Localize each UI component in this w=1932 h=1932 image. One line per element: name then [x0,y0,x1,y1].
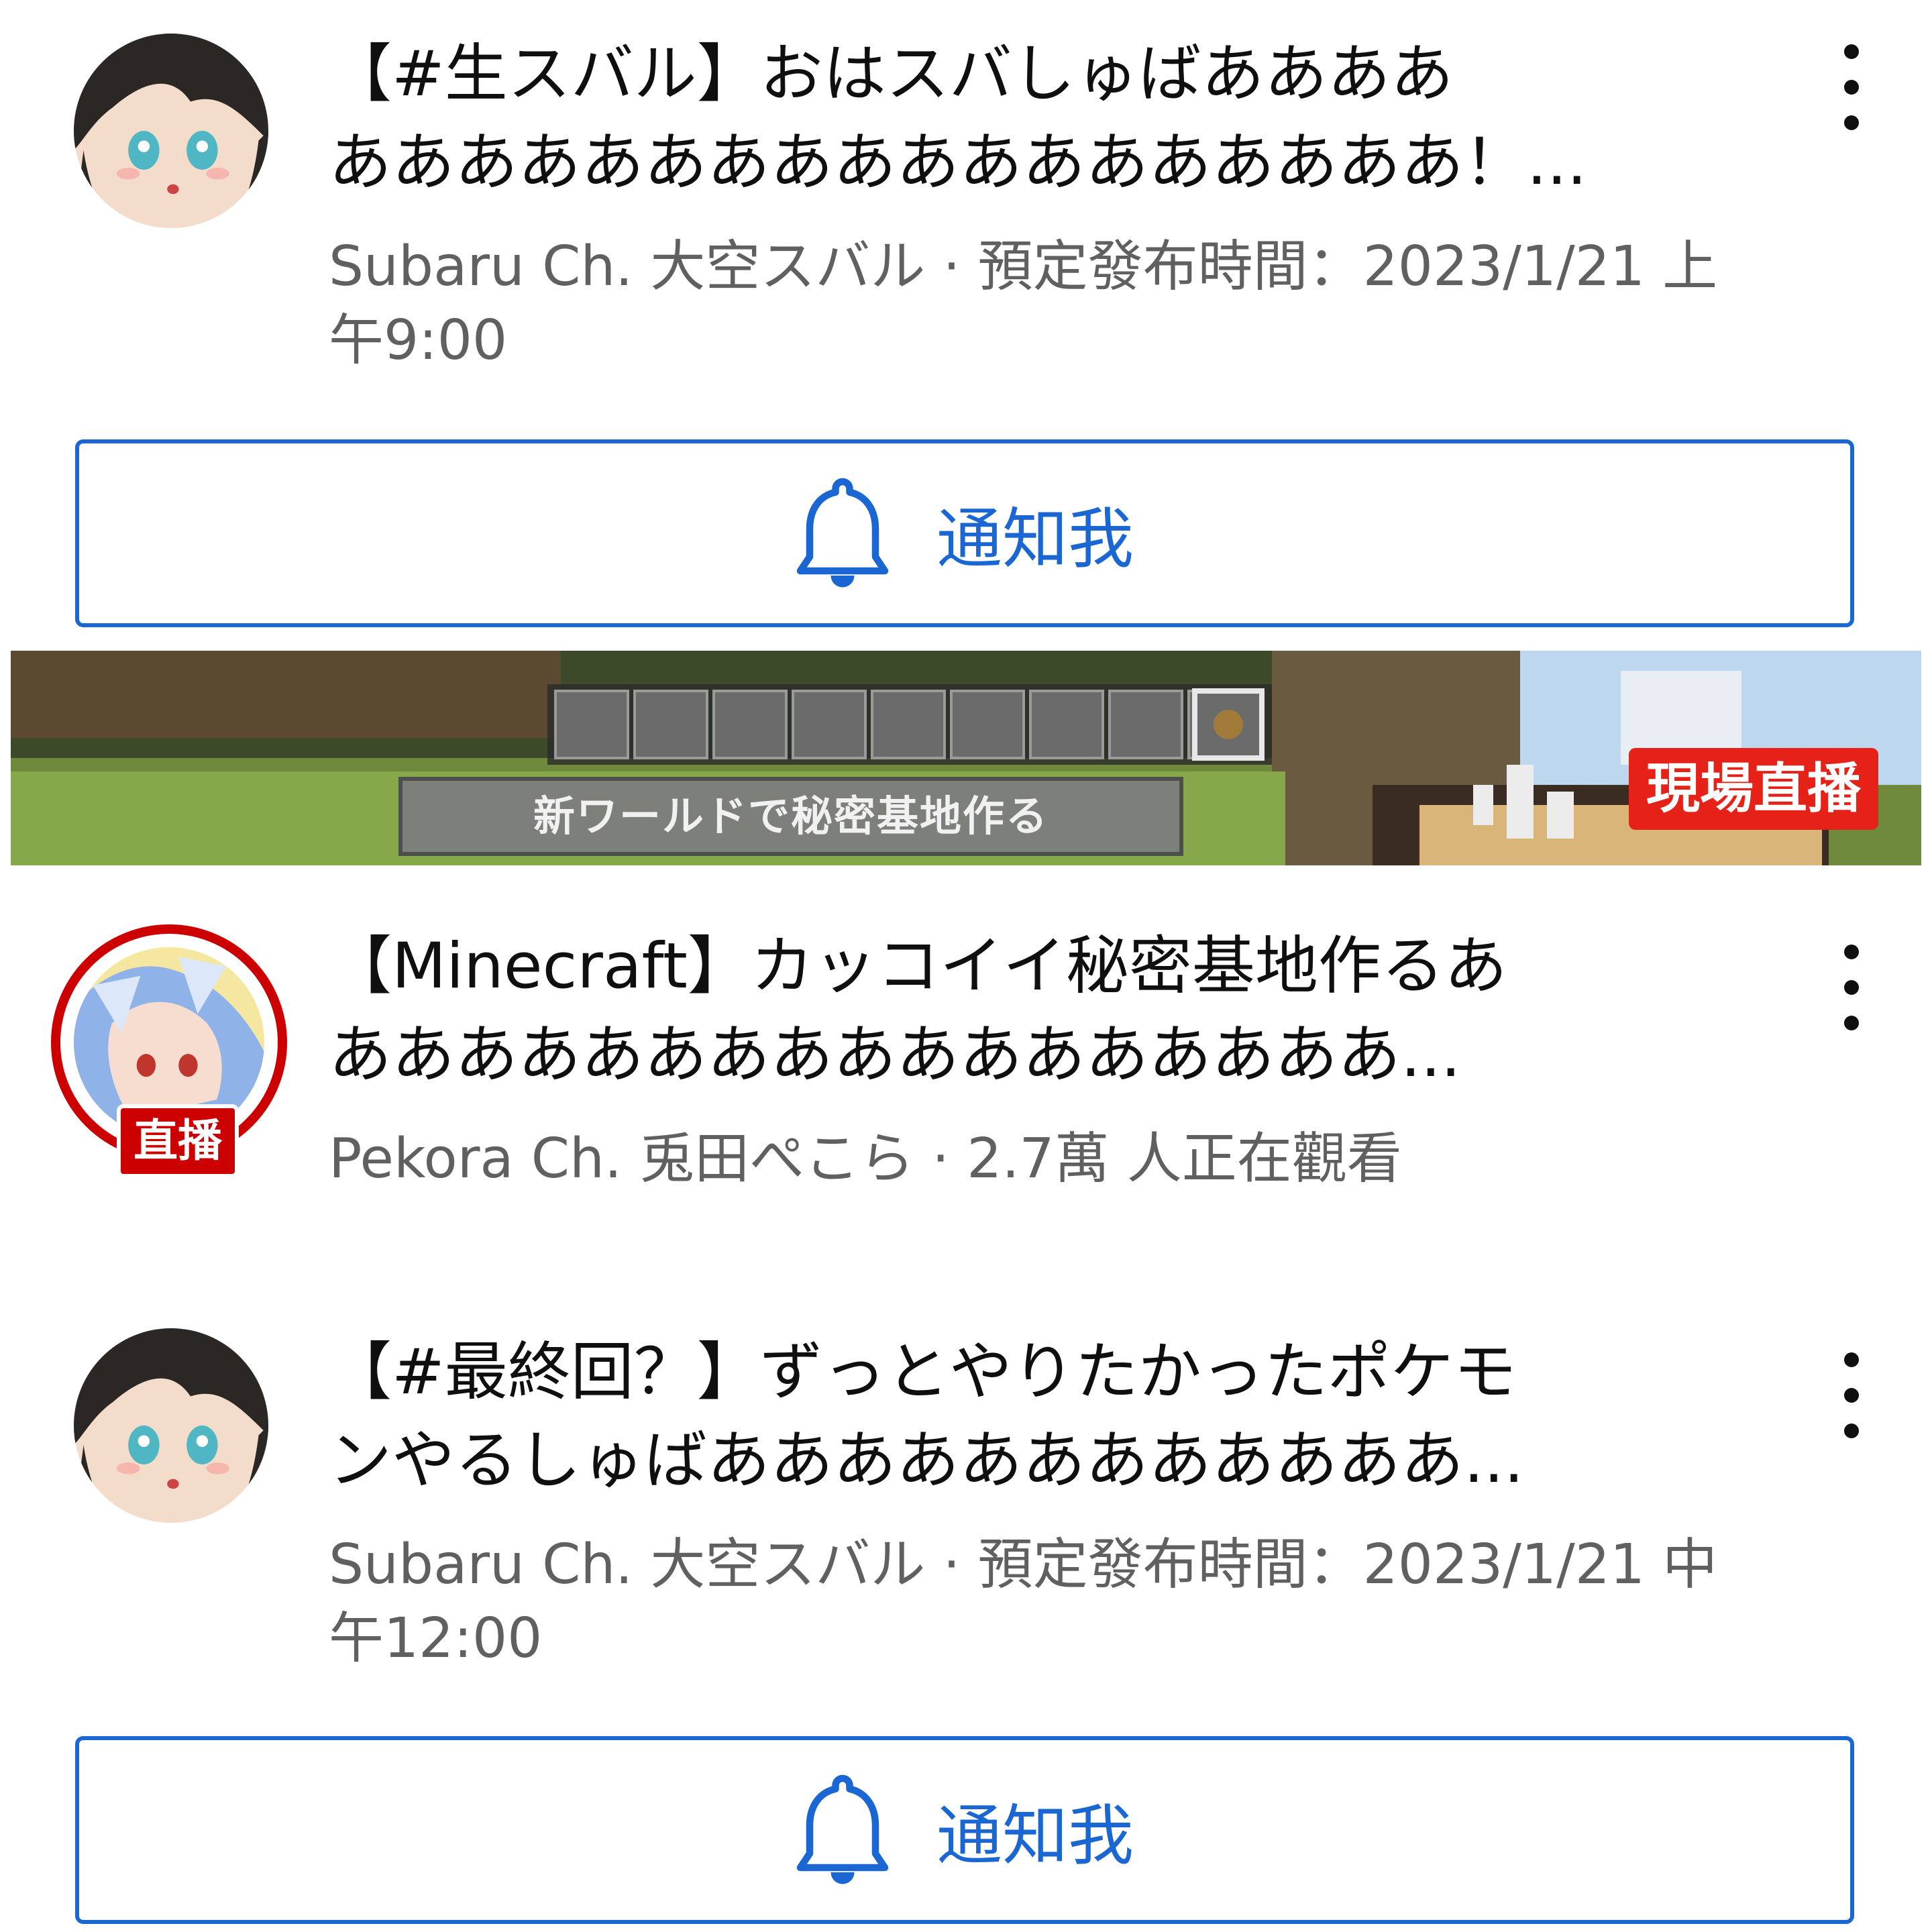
video-meta: Pekora Ch. 兎田ぺこら · 2.7萬 人正在觀看 [329,1122,1831,1196]
title-line: ンやるしゅばああああああああああああ... [329,1424,1524,1497]
meta-line: 午9:00 [329,309,508,372]
title-line: 【#最終回？】ずっとやりたかったポケモ [329,1336,1517,1409]
bell-icon [796,1774,889,1884]
video-meta: Subaru Ch. 大空スバル · 預定發布時間：2023/1/21 中 午1… [329,1528,1831,1676]
video-item-1[interactable]: 【#生スバル】おはスバしゅばああああ ああああああああああああああああああ！..… [0,0,1932,429]
video-item-3[interactable]: 【#最終回？】ずっとやりたかったポケモ ンやるしゅばああああああああああああ..… [0,1295,1932,1711]
notify-me-label: 通知我 [936,501,1134,578]
video-item-2[interactable]: 【Minecraft】カッコイイ秘密基地作るあ ああああああああああああああああ… [0,892,1932,1228]
live-badge: 現場直播 [1629,748,1878,830]
bell-icon [796,478,889,588]
notify-me-button[interactable]: 通知我 [75,439,1854,627]
more-vert-icon[interactable] [1825,934,1878,1041]
live-thumbnail[interactable]: 新ワールドで秘密基地作る 現場直播 [11,651,1921,865]
notify-me-label: 通知我 [936,1798,1134,1874]
pekora-avatar-icon[interactable]: 直播 [51,924,287,1178]
meta-line: Subaru Ch. 大空スバル · 預定發布時間：2023/1/21 上 [329,235,1718,299]
thumbnail-caption: 新ワールドで秘密基地作る [398,777,1183,856]
title-line: 【Minecraft】カッコイイ秘密基地作るあ [329,930,1507,1003]
title-line: ああああああああああああああああああ！... [329,126,1587,199]
title-line: あああああああああああああああああ... [329,1018,1461,1091]
subaru-avatar-icon[interactable] [74,1328,268,1523]
meta-line: 午12:00 [329,1607,543,1670]
subaru-avatar-icon[interactable] [74,34,268,228]
video-meta: Subaru Ch. 大空スバル · 預定發布時間：2023/1/21 上 午9… [329,230,1831,378]
notify-me-button[interactable]: 通知我 [75,1736,1854,1924]
meta-line: Subaru Ch. 大空スバル · 預定發布時間：2023/1/21 中 [329,1533,1718,1597]
more-vert-icon[interactable] [1825,34,1878,141]
video-title[interactable]: 【Minecraft】カッコイイ秘密基地作るあ ああああああああああああああああ… [329,922,1784,1099]
live-small-badge: 直播 [117,1104,239,1178]
more-vert-icon[interactable] [1825,1342,1878,1449]
title-line: 【#生スバル】おはスバしゅばああああ [329,38,1454,111]
meta-line: Pekora Ch. 兎田ぺこら · 2.7萬 人正在觀看 [329,1127,1402,1191]
video-title[interactable]: 【#生スバル】おはスバしゅばああああ ああああああああああああああああああ！..… [329,30,1784,207]
video-title[interactable]: 【#最終回？】ずっとやりたかったポケモ ンやるしゅばああああああああああああ..… [329,1328,1784,1505]
